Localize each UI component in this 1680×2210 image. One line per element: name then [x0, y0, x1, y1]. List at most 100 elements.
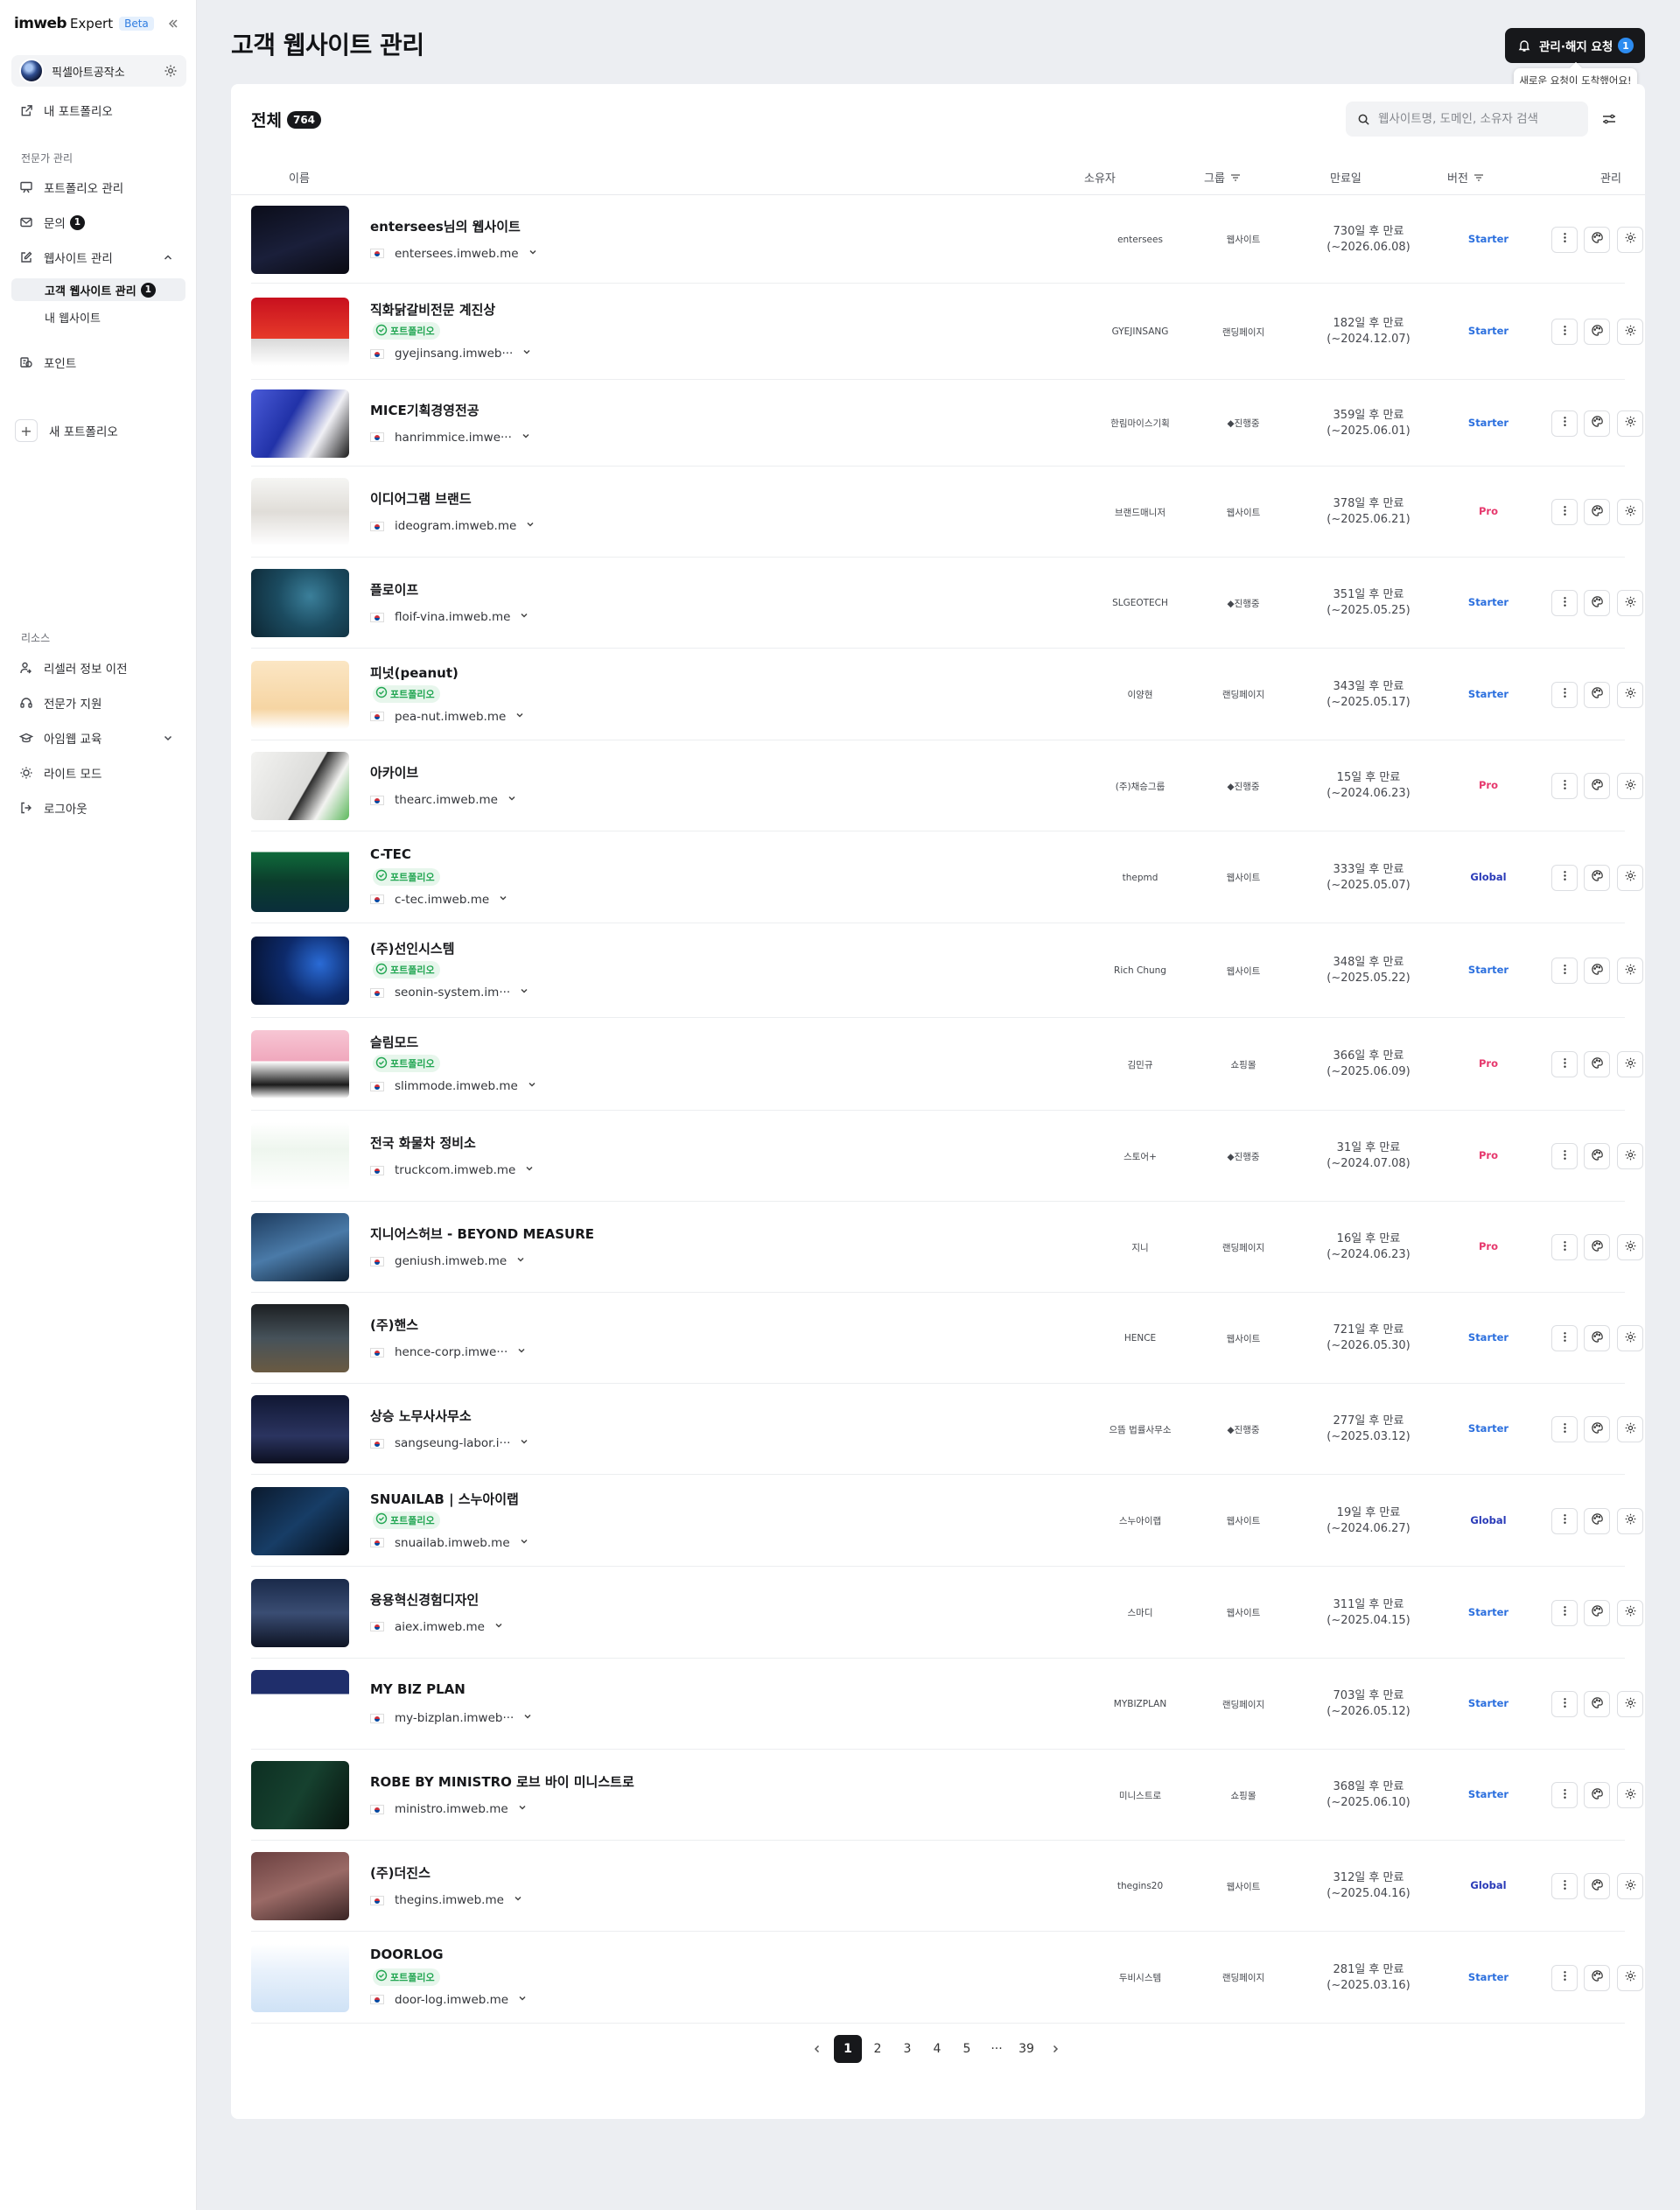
site-domain[interactable]: pea-nut.imweb.me	[370, 710, 525, 724]
settings-button[interactable]	[1617, 226, 1643, 253]
nav-imweb-edu[interactable]: 아임웹 교육	[11, 725, 186, 751]
site-title[interactable]: entersees님의 웹사이트	[370, 217, 521, 235]
chevron-down-icon[interactable]	[516, 519, 536, 533]
site-domain[interactable]: geniush.imweb.me	[370, 1254, 526, 1268]
settings-button[interactable]	[1617, 1325, 1643, 1351]
table-row[interactable]: MICE기획경영전공 hanrimmice.imwe··· 한림마이스기획 ◆진…	[251, 380, 1643, 467]
group-tag[interactable]: 웹사이트	[1222, 1512, 1266, 1530]
settings-button[interactable]	[1617, 1599, 1643, 1626]
settings-button[interactable]	[1617, 410, 1643, 437]
table-row[interactable]: 상승 노무사사무소 sangseung-labor.i··· 으뜸 법률사무소 …	[251, 1384, 1643, 1475]
brand-logo[interactable]: imweb	[14, 15, 67, 32]
request-button[interactable]: 관리·해지 요청 1	[1505, 28, 1645, 63]
chevron-down-icon[interactable]	[507, 1254, 526, 1268]
group-tag[interactable]: ◆진행중	[1222, 415, 1264, 432]
settings-button[interactable]	[1617, 1782, 1643, 1808]
chevron-down-icon[interactable]	[162, 732, 174, 744]
site-title[interactable]: C-TEC	[370, 846, 411, 862]
table-row[interactable]: 슬림모드 포트폴리오 slimmode.imweb.me 김민규 쇼핑몰 366…	[251, 1018, 1643, 1111]
table-row[interactable]: MY BIZ PLAN my-bizplan.imweb··· MYBIZPLA…	[251, 1659, 1643, 1750]
more-options-button[interactable]	[1551, 1964, 1578, 1991]
settings-button[interactable]	[1617, 1691, 1643, 1717]
chevron-down-icon[interactable]	[515, 1163, 535, 1177]
site-domain[interactable]: sangseung-labor.i···	[370, 1436, 529, 1450]
table-row[interactable]: 아카이브 thearc.imweb.me (주)채승그룹 ◆진행중 15일 후 …	[251, 740, 1643, 831]
design-button[interactable]	[1584, 1416, 1610, 1442]
design-button[interactable]	[1584, 1143, 1610, 1169]
design-button[interactable]	[1584, 410, 1610, 437]
settings-button[interactable]	[1617, 1234, 1643, 1260]
group-tag[interactable]: ◆진행중	[1222, 1421, 1264, 1438]
group-tag[interactable]: 웹사이트	[1222, 869, 1266, 887]
site-thumbnail[interactable]	[251, 1030, 349, 1098]
site-title[interactable]: 이디어그램 브랜드	[370, 489, 472, 508]
workspace-switcher[interactable]: 픽셀아트공작소	[11, 55, 186, 87]
chevron-down-icon[interactable]	[510, 1436, 529, 1450]
site-domain[interactable]: thegins.imweb.me	[370, 1893, 523, 1907]
filter-settings-button[interactable]	[1599, 109, 1620, 130]
group-tag[interactable]: ◆진행중	[1222, 1147, 1264, 1165]
chevron-down-icon[interactable]	[510, 1536, 529, 1550]
settings-button[interactable]	[1617, 590, 1643, 616]
chevron-down-icon[interactable]	[504, 1893, 523, 1907]
filter-icon[interactable]	[1473, 172, 1485, 184]
more-options-button[interactable]	[1551, 1234, 1578, 1260]
table-row[interactable]: (주)선인시스템 포트폴리오 seonin-system.im··· Rich …	[251, 923, 1643, 1018]
more-options-button[interactable]	[1551, 773, 1578, 799]
design-button[interactable]	[1584, 499, 1610, 525]
site-thumbnail[interactable]	[251, 1670, 349, 1738]
more-options-button[interactable]	[1551, 226, 1578, 253]
site-thumbnail[interactable]	[251, 752, 349, 820]
design-button[interactable]	[1584, 1873, 1610, 1899]
design-button[interactable]	[1584, 1507, 1610, 1534]
table-row[interactable]: 피넛(peanut) 포트폴리오 pea-nut.imweb.me 이양현 랜딩…	[251, 649, 1643, 740]
chevron-down-icon[interactable]	[498, 793, 517, 807]
column-header-expiry[interactable]: 만료일	[1330, 169, 1362, 186]
chevron-down-icon[interactable]	[506, 710, 525, 724]
more-options-button[interactable]	[1551, 681, 1578, 708]
group-tag[interactable]: 랜딩페이지	[1217, 323, 1270, 340]
site-thumbnail[interactable]	[251, 843, 349, 912]
nav-portfolio-manage[interactable]: 포트폴리오 관리	[11, 174, 186, 200]
site-title[interactable]: 슬림모드	[370, 1033, 418, 1051]
site-domain[interactable]: door-log.imweb.me	[370, 1993, 528, 2007]
group-tag[interactable]: ◆진행중	[1222, 777, 1264, 795]
group-tag[interactable]: 웹사이트	[1222, 1330, 1266, 1347]
site-thumbnail[interactable]	[251, 205, 349, 274]
more-options-button[interactable]	[1551, 319, 1578, 345]
more-options-button[interactable]	[1551, 1691, 1578, 1717]
site-thumbnail[interactable]	[251, 389, 349, 458]
site-domain[interactable]: slimmode.imweb.me	[370, 1079, 537, 1093]
design-button[interactable]	[1584, 864, 1610, 891]
group-tag[interactable]: 랜딩페이지	[1217, 1695, 1270, 1713]
site-domain[interactable]: aiex.imweb.me	[370, 1620, 504, 1634]
site-domain[interactable]: seonin-system.im···	[370, 986, 529, 1000]
design-button[interactable]	[1584, 226, 1610, 253]
site-domain[interactable]: hanrimmice.imwe···	[370, 431, 531, 445]
collapse-sidebar-icon[interactable]	[164, 14, 183, 33]
settings-button[interactable]	[1617, 1507, 1643, 1534]
more-options-button[interactable]	[1551, 1143, 1578, 1169]
table-row[interactable]: 이디어그램 브랜드 ideogram.imweb.me 브랜드매니저 웹사이트 …	[251, 467, 1643, 558]
group-tag[interactable]: 랜딩페이지	[1217, 1238, 1270, 1256]
settings-button[interactable]	[1617, 1051, 1643, 1077]
site-thumbnail[interactable]	[251, 1304, 349, 1372]
settings-button[interactable]	[1617, 864, 1643, 891]
settings-button[interactable]	[1617, 1143, 1643, 1169]
group-tag[interactable]: 웹사이트	[1222, 231, 1266, 249]
nav-points[interactable]: 포인트	[11, 349, 186, 375]
site-thumbnail[interactable]	[251, 1578, 349, 1647]
nav-new-portfolio[interactable]: + 새 포트폴리오	[11, 417, 186, 444]
chevron-down-icon[interactable]	[510, 610, 529, 624]
site-thumbnail[interactable]	[251, 1852, 349, 1920]
column-header-name[interactable]: 이름	[289, 169, 310, 186]
site-domain[interactable]: my-bizplan.imweb···	[370, 1711, 533, 1725]
more-options-button[interactable]	[1551, 1051, 1578, 1077]
group-tag[interactable]: 랜딩페이지	[1217, 1969, 1270, 1987]
table-row[interactable]: (주)핸스 hence-corp.imwe··· HENCE 웹사이트 721일…	[251, 1293, 1643, 1384]
design-button[interactable]	[1584, 1051, 1610, 1077]
group-tag[interactable]: 웹사이트	[1222, 1604, 1266, 1622]
table-row[interactable]: 전국 화물차 정비소 truckcom.imweb.me 스토어+ ◆진행중 3…	[251, 1111, 1643, 1202]
column-header-group[interactable]: 그룹	[1204, 169, 1242, 186]
site-thumbnail[interactable]	[251, 298, 349, 366]
